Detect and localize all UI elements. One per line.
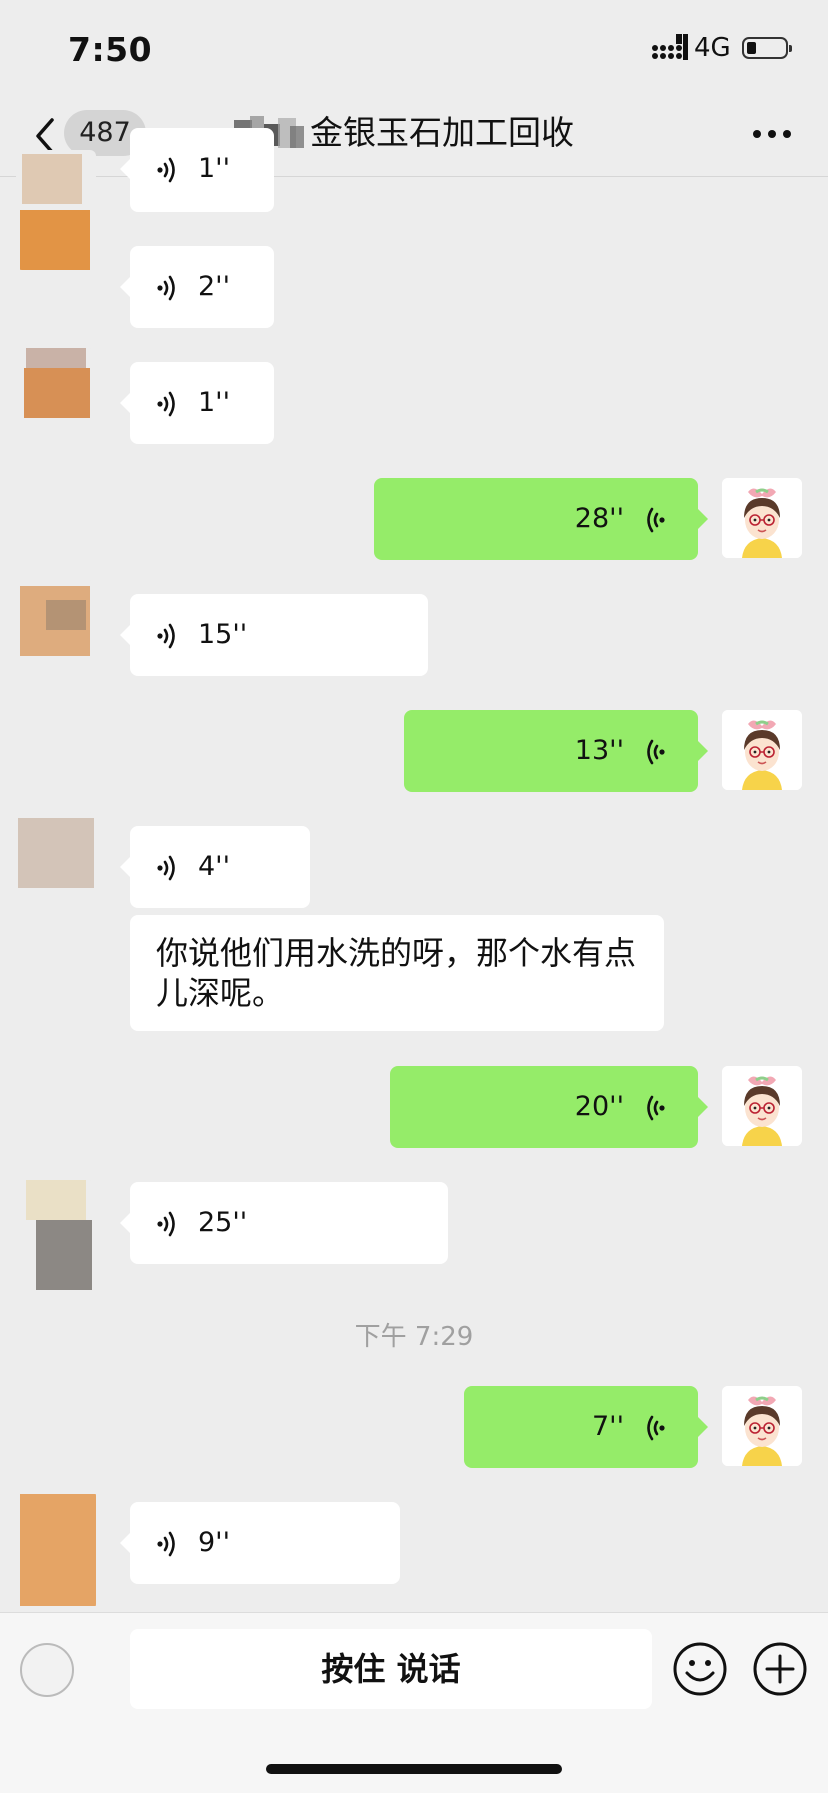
plus-circle-icon[interactable]	[752, 1641, 808, 1697]
voice-wave-icon	[156, 621, 180, 651]
contact-avatar[interactable]	[16, 150, 96, 270]
my-avatar[interactable]	[722, 710, 802, 790]
voice-message[interactable]: 2''	[120, 246, 274, 328]
voice-wave-icon	[156, 389, 180, 419]
signal-icon	[652, 34, 688, 60]
contact-avatar[interactable]	[16, 580, 96, 660]
voice-duration: 2''	[198, 271, 231, 302]
voice-message[interactable]: 25''	[120, 1182, 448, 1264]
voice-keyboard-toggle-icon[interactable]	[20, 1643, 74, 1697]
text-message[interactable]: 你说他们用水洗的呀，那个水有点儿深呢。	[130, 915, 664, 1031]
chat-title: 金银玉石加工回收	[310, 113, 574, 152]
voice-duration: 20''	[574, 1091, 624, 1122]
voice-duration: 1''	[198, 153, 231, 184]
more-dots-icon[interactable]	[752, 128, 792, 140]
voice-duration: 28''	[574, 503, 624, 534]
voice-duration: 9''	[198, 1527, 231, 1558]
voice-wave-icon	[156, 853, 180, 883]
voice-duration: 4''	[198, 851, 231, 882]
voice-wave-icon	[642, 1093, 666, 1123]
contact-avatar[interactable]	[16, 1490, 96, 1610]
status-bar: 7:50 4G	[0, 0, 828, 100]
message-timestamp: 下午 7:29	[354, 1322, 474, 1352]
voice-message[interactable]: 9''	[120, 1502, 400, 1584]
voice-duration: 15''	[198, 619, 248, 650]
voice-message[interactable]: 4''	[120, 826, 310, 908]
my-avatar[interactable]	[722, 1386, 802, 1466]
home-indicator[interactable]	[266, 1764, 562, 1774]
voice-wave-icon	[642, 737, 666, 767]
contact-avatar[interactable]	[16, 812, 96, 892]
voice-message[interactable]: 15''	[120, 594, 428, 676]
contact-avatar[interactable]	[16, 1180, 96, 1300]
voice-message[interactable]: 13''	[404, 710, 708, 792]
voice-wave-icon	[156, 1529, 180, 1559]
voice-message[interactable]: 28''	[374, 478, 708, 560]
hold-to-talk-button[interactable]: 按住 说话	[130, 1629, 652, 1709]
my-avatar[interactable]	[722, 478, 802, 558]
contact-avatar[interactable]	[16, 348, 96, 428]
voice-duration: 1''	[198, 387, 231, 418]
smiley-icon[interactable]	[672, 1641, 728, 1697]
voice-message[interactable]: 7''	[464, 1386, 708, 1468]
my-avatar[interactable]	[722, 1066, 802, 1146]
voice-wave-icon	[156, 1209, 180, 1239]
voice-message[interactable]: 1''	[120, 128, 274, 212]
voice-wave-icon	[156, 155, 180, 185]
network-type: 4G	[694, 33, 731, 63]
battery-icon	[742, 37, 792, 59]
voice-wave-icon	[156, 273, 180, 303]
voice-wave-icon	[642, 1413, 666, 1443]
voice-wave-icon	[642, 505, 666, 535]
voice-duration: 13''	[574, 735, 624, 766]
voice-message[interactable]: 1''	[120, 362, 274, 444]
status-time: 7:50	[68, 30, 153, 69]
voice-message[interactable]: 20''	[390, 1066, 708, 1148]
voice-duration: 25''	[198, 1207, 248, 1238]
voice-duration: 7''	[591, 1411, 624, 1442]
